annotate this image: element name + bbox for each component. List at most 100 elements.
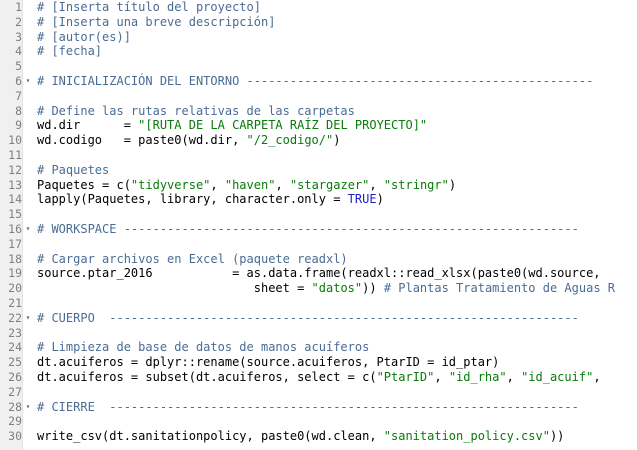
code-line[interactable]: 29: [0, 414, 637, 429]
code-line[interactable]: 1 # [Inserta título del proyecto]: [0, 0, 637, 15]
code-line[interactable]: 30 write_csv(dt.sanitationpolicy, paste0(…: [0, 429, 637, 444]
line-number: 28: [8, 399, 22, 414]
code-token-comment: # [fecha]: [37, 44, 103, 59]
code-line[interactable]: 3 # [autor(es)]: [0, 30, 637, 45]
code-token-comment: # Define las rutas relativas de las carp…: [37, 103, 355, 118]
code-line[interactable]: 21: [0, 296, 637, 311]
code-line[interactable]: 23: [0, 326, 637, 341]
code-token-plain: ): [333, 133, 341, 148]
line-number: 5: [15, 59, 22, 74]
line-number: 26: [8, 369, 22, 384]
code-token-plain: ): [448, 177, 457, 192]
line-number: 1: [15, 0, 22, 14]
code-token-string: "[RUTA DE LA CARPETA RAÍZ DEL PROYECTO]": [138, 118, 428, 133]
code-token-comment: # [autor(es)]: [37, 29, 131, 44]
code-text: # Limpieza de base de datos de manos acu…: [37, 340, 369, 355]
code-token-comment: # Limpieza de base de datos de manos acu…: [37, 340, 370, 355]
code-line[interactable]: 20 sheet = "datos")) # Plantas Tratamien…: [0, 281, 637, 296]
line-number: 4: [15, 44, 22, 59]
code-line[interactable]: 7: [0, 89, 637, 104]
code-text: # INICIALIZACIÓN DEL ENTORNO -----------…: [37, 74, 593, 89]
code-editor[interactable]: 1 # [Inserta título del proyecto] 2 # [Inse…: [0, 0, 637, 450]
code-token-plain: ,: [434, 369, 449, 384]
code-lines[interactable]: 1 # [Inserta título del proyecto] 2 # [Inse…: [0, 0, 637, 444]
code-line[interactable]: 24 # Limpieza de base de datos de manos a…: [0, 340, 637, 355]
code-line[interactable]: 25 dt.acuiferos = dplyr::rename(source.ac…: [0, 355, 637, 370]
line-number: 14: [8, 192, 22, 207]
code-text: wd.dir = "[RUTA DE LA CARPETA RAÍZ DEL P…: [37, 118, 427, 133]
code-line[interactable]: 17: [0, 237, 637, 252]
code-token-plain: wd.dir =: [37, 118, 139, 133]
code-token-plain: ,: [506, 369, 522, 384]
code-line[interactable]: 14 lapply(Paquetes, library, character.on…: [0, 192, 637, 207]
code-line[interactable]: 16 ▾ # WORKSPACE -------------------------…: [0, 222, 637, 237]
code-token-comment: # Plantas Tratamiento de Aguas R: [383, 281, 615, 296]
code-text: source.ptar_2016 = as.data.frame(readxl:…: [37, 266, 608, 281]
code-text: # [fecha]: [37, 44, 102, 59]
code-token-constant: TRUE: [347, 192, 377, 207]
line-number: 2: [15, 14, 22, 29]
code-text: # CIERRE -------------------------------…: [37, 400, 579, 415]
code-token-plain: ): [376, 192, 384, 207]
code-line[interactable]: 22 ▾ # CUERPO ----------------------------…: [0, 311, 637, 326]
code-token-string: "id_acuif": [521, 369, 594, 384]
code-token-comment: # WORKSPACE ----------------------------…: [37, 221, 579, 236]
line-number: 3: [15, 29, 22, 44]
code-line[interactable]: 10 wd.codigo = paste0(wd.dir, "/2_codigo/…: [0, 133, 637, 148]
code-text: Paquetes = c("tidyverse", "haven", "star…: [37, 178, 456, 193]
code-line[interactable]: 4 # [fecha]: [0, 44, 637, 59]
code-token-string: "sanitation_policy.csv": [383, 429, 550, 444]
code-text: dt.acuiferos = dplyr::rename(source.acui…: [37, 355, 499, 370]
code-line[interactable]: 12 # Paquetes: [0, 163, 637, 178]
code-line[interactable]: 26 dt.acuiferos = subset(dt.acuiferos, se…: [0, 370, 637, 385]
code-token-plain: ,: [369, 177, 384, 192]
code-line[interactable]: 9 wd.dir = "[RUTA DE LA CARPETA RAÍZ DEL …: [0, 118, 637, 133]
code-line[interactable]: 13 Paquetes = c("tidyverse", "haven", "st…: [0, 178, 637, 193]
chevron-down-icon[interactable]: ▾: [23, 400, 33, 415]
code-token-plain: sheet =: [37, 281, 312, 296]
code-line[interactable]: 2 # [Inserta una breve descripción]: [0, 15, 637, 30]
code-text: # CUERPO -------------------------------…: [37, 311, 579, 326]
line-number: 9: [15, 118, 22, 133]
code-token-plain: write_csv(dt.sanitationpolicy, paste0(wd…: [37, 429, 384, 444]
code-token-plain: ,: [275, 177, 290, 192]
code-line[interactable]: 28 ▾ # CIERRE ----------------------------…: [0, 400, 637, 415]
line-number: 20: [8, 281, 22, 296]
code-line[interactable]: 8 # Define las rutas relativas de las car…: [0, 104, 637, 119]
line-number: 16: [8, 221, 22, 236]
code-text: lapply(Paquetes, library, character.only…: [37, 192, 384, 207]
code-token-comment: # Cargar archivos en Excel (paquete read…: [37, 251, 348, 266]
code-token-comment: # [Inserta una breve descripción]: [37, 14, 276, 29]
chevron-down-icon[interactable]: ▾: [23, 74, 33, 89]
code-token-plain: lapply(Paquetes, library, character.only…: [37, 192, 348, 207]
code-line[interactable]: 11: [0, 148, 637, 163]
code-token-comment: # CUERPO -------------------------------…: [37, 310, 579, 325]
code-line[interactable]: 27: [0, 385, 637, 400]
code-line[interactable]: 18 # Cargar archivos en Excel (paquete re…: [0, 252, 637, 267]
code-token-string: "tidyverse": [130, 177, 211, 192]
code-token-string: "datos": [311, 281, 363, 296]
code-token-plain: wd.codigo = paste0(wd.dir,: [37, 133, 247, 148]
line-number: 24: [8, 340, 22, 355]
code-line[interactable]: 6 ▾ # INICIALIZACIÓN DEL ENTORNO ---------…: [0, 74, 637, 89]
code-token-string: "stringr": [383, 177, 449, 192]
line-number: 23: [8, 325, 22, 340]
code-text: dt.acuiferos = subset(dt.acuiferos, sele…: [37, 370, 601, 385]
code-token-plain: ,: [593, 369, 601, 384]
code-token-plain: )): [362, 281, 384, 296]
code-text: # Define las rutas relativas de las carp…: [37, 104, 355, 119]
code-token-string: "PtarID": [376, 369, 435, 384]
code-line[interactable]: 19 source.ptar_2016 = as.data.frame(readx…: [0, 266, 637, 281]
code-line[interactable]: 5: [0, 59, 637, 74]
code-token-comment: # INICIALIZACIÓN DEL ENTORNO -----------…: [37, 73, 594, 88]
line-number: 7: [15, 88, 22, 103]
line-number: 13: [8, 177, 22, 192]
code-token-plain: dt.acuiferos = dplyr::rename(source.acui…: [37, 355, 500, 370]
code-line[interactable]: 15: [0, 207, 637, 222]
code-token-comment: # Paquetes: [37, 162, 110, 177]
line-number: 29: [8, 414, 22, 429]
code-text: # [autor(es)]: [37, 30, 131, 45]
chevron-down-icon[interactable]: ▾: [23, 311, 33, 326]
chevron-down-icon[interactable]: ▾: [23, 222, 33, 237]
line-number: 12: [8, 162, 22, 177]
